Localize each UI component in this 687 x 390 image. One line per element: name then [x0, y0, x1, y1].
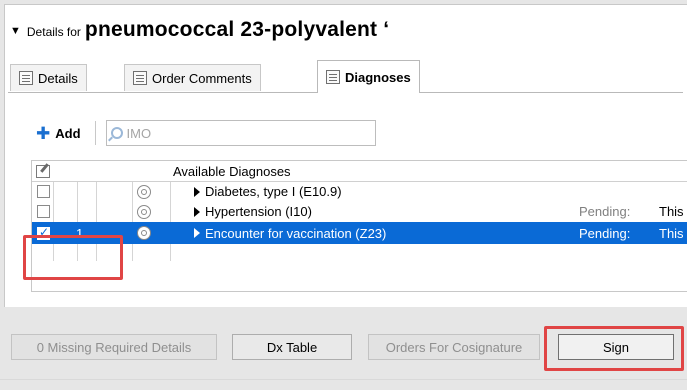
imo-search-input[interactable] — [126, 125, 357, 141]
edit-icon[interactable] — [36, 164, 50, 178]
tab-order-comments[interactable]: Order Comments — [124, 64, 261, 91]
dx-table-button[interactable]: Dx Table — [232, 334, 352, 360]
tab-diagnoses[interactable]: Diagnoses — [317, 60, 420, 93]
tab-bar: Details Order Comments Diagnoses — [8, 60, 683, 93]
diagnosis-name: Encounter for vaccination (Z23) — [205, 225, 387, 241]
primary-radio-icon[interactable] — [137, 184, 151, 199]
row-checkbox[interactable] — [37, 205, 50, 218]
column-available-diagnoses[interactable]: Available Diagnoses — [173, 161, 291, 181]
diagnosis-name: Diabetes, type I (E10.9) — [205, 184, 342, 199]
diagnosis-status: Pending: — [579, 204, 631, 219]
bottom-divider — [0, 379, 687, 380]
diagnoses-icon — [326, 70, 340, 84]
diagnoses-grid: Available Diagnoses Diabetes, type I (E1… — [31, 160, 687, 292]
comments-icon — [133, 71, 147, 85]
highlight-sign-callout — [544, 326, 684, 371]
primary-radio-icon[interactable] — [137, 204, 151, 219]
add-label: Add — [55, 125, 81, 141]
diagnosis-toolbar: ✚ Add — [36, 119, 376, 147]
highlight-checkbox-callout — [23, 235, 123, 280]
row-checkbox[interactable] — [37, 185, 50, 198]
title-prefix: Details for — [26, 25, 81, 39]
details-icon — [19, 71, 33, 85]
expand-arrow-icon[interactable] — [194, 186, 200, 197]
missing-required-details-button[interactable]: 0 Missing Required Details — [11, 334, 217, 360]
diagnosis-status-detail: This — [659, 225, 684, 241]
toolbar-divider — [94, 121, 96, 145]
details-title: ▼ Details for pneumococcal 23-polyvalent… — [10, 18, 389, 44]
tab-order-comments-label: Order Comments — [152, 70, 252, 86]
diagnosis-name: Hypertension (I10) — [205, 204, 312, 219]
diagnosis-status: Pending: — [579, 225, 631, 241]
orders-for-cosignature-button[interactable]: Orders For Cosignature — [368, 334, 540, 360]
diagnosis-row-selected[interactable]: ✓ 1 Encounter for vaccination (Z23) Pend… — [32, 222, 687, 244]
expand-arrow-icon[interactable] — [194, 228, 200, 238]
add-diagnosis-button[interactable]: ✚ Add — [36, 125, 81, 142]
collapse-arrow-icon[interactable]: ▼ — [10, 25, 21, 37]
tab-details-label: Details — [38, 70, 78, 86]
plus-icon: ✚ — [36, 123, 51, 143]
tab-details[interactable]: Details — [10, 64, 87, 91]
tab-diagnoses-label: Diagnoses — [345, 69, 411, 85]
order-name: pneumococcal 23-polyvalent ‘ — [84, 18, 390, 41]
search-icon — [110, 127, 123, 139]
grid-header-row: Available Diagnoses — [32, 161, 687, 182]
imo-search-box[interactable] — [105, 120, 376, 146]
diagnosis-status-detail: This — [659, 204, 684, 219]
expand-arrow-icon[interactable] — [194, 206, 200, 217]
primary-radio-icon[interactable] — [137, 226, 151, 240]
diagnosis-row[interactable]: Hypertension (I10) Pending: This — [32, 202, 687, 221]
diagnosis-row[interactable]: Diabetes, type I (E10.9) — [32, 182, 687, 201]
